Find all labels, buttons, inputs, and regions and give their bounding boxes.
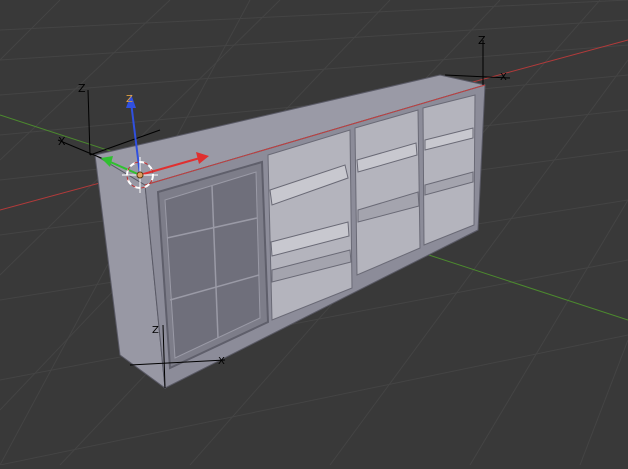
empty-right-x-label: X — [500, 72, 507, 83]
empty-right-z-label: Z — [478, 34, 486, 47]
empty-bottom-z-label: Z — [152, 325, 159, 336]
empty-bottom-x-label: X — [218, 356, 225, 367]
gizmo-z-label: Z — [126, 94, 133, 105]
gizmo-center[interactable] — [136, 171, 144, 179]
empty-left-z-label: Z — [78, 82, 86, 95]
shelf-bay-2 — [354, 109, 421, 276]
empty-left-x-label: X — [58, 135, 66, 148]
shelf-bay-3 — [422, 94, 476, 246]
3d-viewport[interactable]: Z X Z X Z X Z — [0, 0, 628, 466]
